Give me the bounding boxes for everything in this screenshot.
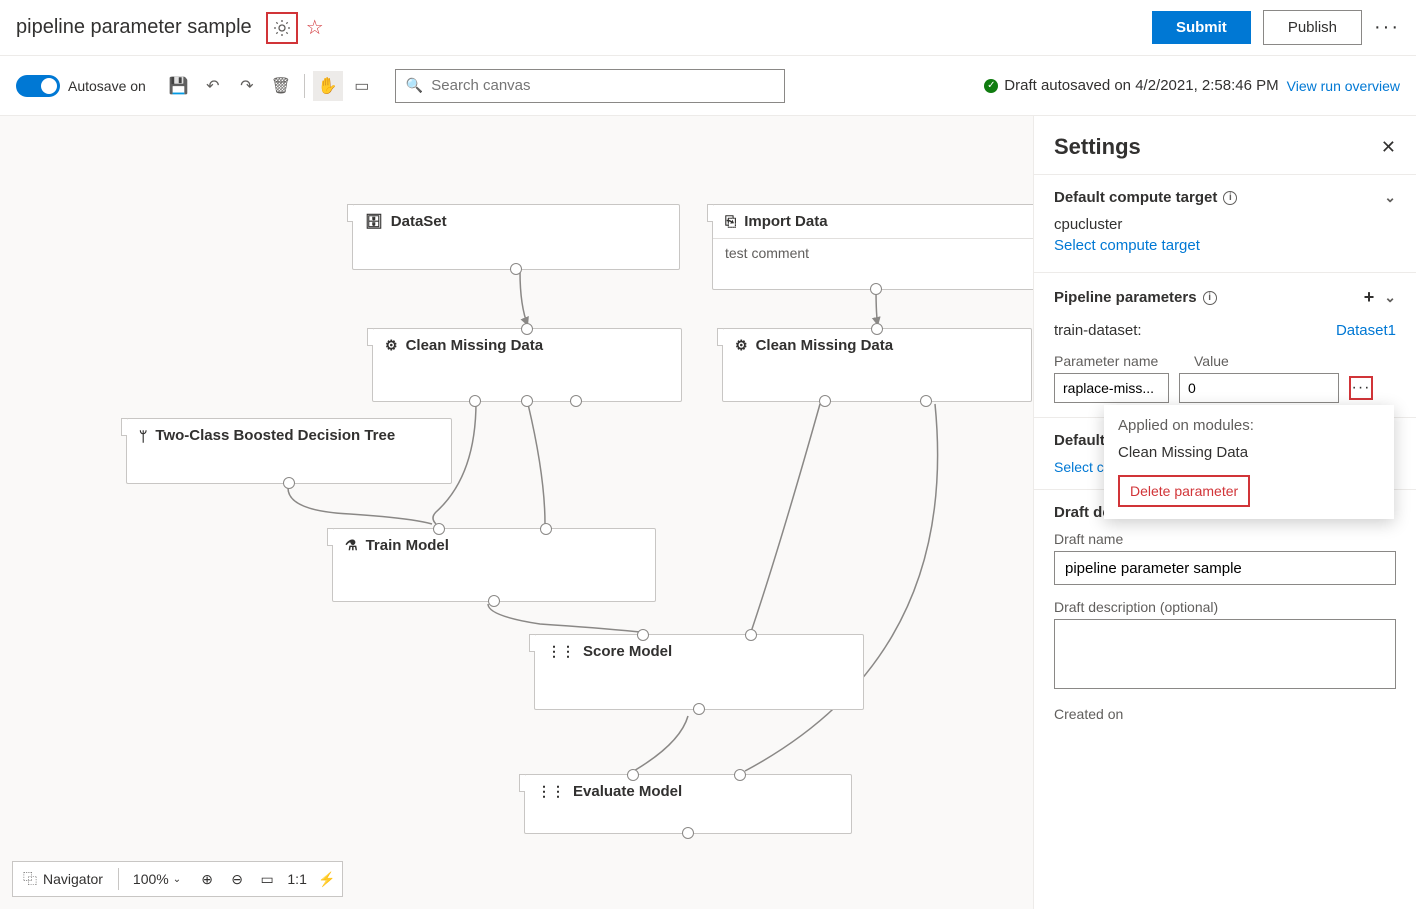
train-icon: ⚗ xyxy=(345,537,358,554)
gear-icon: ⚙ xyxy=(385,337,398,354)
add-parameter-icon[interactable]: + xyxy=(1364,287,1375,308)
select-compute-link[interactable]: Select compute target xyxy=(1054,237,1396,254)
pipeline-params-section: Pipeline parameters i + ⌄ train-dataset:… xyxy=(1034,272,1416,417)
submit-button[interactable]: Submit xyxy=(1152,11,1251,44)
pipeline-title: pipeline parameter sample xyxy=(16,16,252,39)
param-name-input[interactable] xyxy=(1054,373,1169,403)
redo-icon[interactable]: ↷ xyxy=(232,71,262,101)
param-popover: Applied on modules: Clean Missing Data D… xyxy=(1104,405,1394,519)
auto-layout-icon[interactable]: ⚡ xyxy=(312,871,342,888)
search-input[interactable] xyxy=(431,77,774,94)
node-train-model[interactable]: ⚗Train Model xyxy=(332,528,656,602)
draft-details-section: Draft details ⌄ Draft name Draft descrip… xyxy=(1034,489,1416,736)
gear-icon: ⚙ xyxy=(735,337,748,354)
popover-module: Clean Missing Data xyxy=(1118,444,1380,461)
delete-icon[interactable]: 🗑 xyxy=(266,71,296,101)
col-param-name: Parameter name xyxy=(1054,353,1174,369)
pan-icon[interactable]: ✋ xyxy=(313,71,343,101)
panel-title: Settings xyxy=(1054,134,1381,160)
canvas[interactable]: 🗄DataSet ⎘Import Data test comment ⚙Clea… xyxy=(0,116,1033,909)
fit-screen-icon[interactable]: ▭ xyxy=(252,871,282,888)
node-score-model[interactable]: ⋮⋮Score Model xyxy=(534,634,864,710)
popover-title: Applied on modules: xyxy=(1118,417,1380,434)
zoom-in-icon[interactable]: ⊕ xyxy=(192,871,222,888)
draft-name-input[interactable] xyxy=(1054,551,1396,585)
undo-icon[interactable]: ↶ xyxy=(198,71,228,101)
success-icon xyxy=(984,79,998,93)
toolbar: Autosave on 💾 ↶ ↷ 🗑 ✋ ▭ 🔍 Draft autosave… xyxy=(0,56,1416,116)
close-icon[interactable]: ✕ xyxy=(1381,137,1396,158)
main-area: 🗄DataSet ⎘Import Data test comment ⚙Clea… xyxy=(0,116,1416,909)
favorite-star-icon[interactable]: ☆ xyxy=(306,15,324,40)
draft-name-label: Draft name xyxy=(1054,531,1396,547)
compute-target-value: cpucluster xyxy=(1054,216,1396,233)
autosave-toggle[interactable] xyxy=(16,75,60,97)
node-evaluate-model[interactable]: ⋮⋮Evaluate Model xyxy=(524,774,852,834)
zoom-level[interactable]: 100%⌄ xyxy=(123,862,192,896)
draft-desc-label: Draft description (optional) xyxy=(1054,599,1396,615)
select-icon[interactable]: ▭ xyxy=(347,71,377,101)
node-decision-tree[interactable]: ᛘTwo-Class Boosted Decision Tree xyxy=(126,418,452,484)
delete-parameter-button[interactable]: Delete parameter xyxy=(1118,475,1250,507)
node-clean-missing-2[interactable]: ⚙Clean Missing Data xyxy=(722,328,1032,402)
param-more-icon[interactable]: ··· xyxy=(1349,376,1373,400)
view-run-link[interactable]: View run overview xyxy=(1287,78,1400,94)
settings-panel: Settings ✕ Default compute target i ⌄ cp… xyxy=(1033,116,1416,909)
info-icon[interactable]: i xyxy=(1223,191,1237,205)
col-param-value: Value xyxy=(1194,353,1229,369)
select-link-partial[interactable]: Select c xyxy=(1054,459,1104,475)
autosave-status: Draft autosaved on 4/2/2021, 2:58:46 PM xyxy=(1004,77,1278,94)
bottom-toolbar: ⿻Navigator 100%⌄ ⊕ ⊖ ▭ 1:1 ⚡ xyxy=(12,861,343,897)
chevron-down-icon[interactable]: ⌄ xyxy=(1384,189,1396,206)
navigator-icon: ⿻ xyxy=(23,869,37,889)
draft-desc-textarea[interactable] xyxy=(1054,619,1396,689)
gear-icon xyxy=(272,18,292,38)
search-icon: 🔍 xyxy=(406,77,423,94)
chevron-down-icon: ⌄ xyxy=(173,874,181,885)
navigator-button[interactable]: ⿻Navigator xyxy=(13,862,114,896)
top-bar: pipeline parameter sample ☆ Submit Publi… xyxy=(0,0,1416,56)
more-menu-icon[interactable]: ··· xyxy=(1374,16,1400,39)
import-icon: ⎘ xyxy=(725,213,736,230)
actual-size-icon[interactable]: 1:1 xyxy=(282,871,312,887)
search-canvas[interactable]: 🔍 xyxy=(395,69,785,103)
compute-section: Default compute target i ⌄ cpucluster Se… xyxy=(1034,174,1416,272)
save-icon[interactable]: 💾 xyxy=(164,71,194,101)
score-icon: ⋮⋮ xyxy=(547,643,575,660)
zoom-out-icon[interactable]: ⊖ xyxy=(222,871,252,888)
node-import-data[interactable]: ⎘Import Data test comment xyxy=(712,204,1033,290)
evaluate-icon: ⋮⋮ xyxy=(537,783,565,800)
autosave-label: Autosave on xyxy=(68,78,146,94)
settings-icon-button[interactable] xyxy=(266,12,298,44)
chevron-down-icon[interactable]: ⌄ xyxy=(1384,289,1396,306)
node-clean-missing-1[interactable]: ⚙Clean Missing Data xyxy=(372,328,682,402)
param-value-input[interactable] xyxy=(1179,373,1339,403)
tree-icon: ᛘ xyxy=(139,428,147,444)
publish-button[interactable]: Publish xyxy=(1263,10,1362,45)
param-row-value-link[interactable]: Dataset1 xyxy=(1336,322,1396,339)
dataset-icon: 🗄 xyxy=(365,213,383,230)
node-dataset[interactable]: 🗄DataSet xyxy=(352,204,680,270)
info-icon[interactable]: i xyxy=(1203,291,1217,305)
param-row-label: train-dataset: xyxy=(1054,322,1142,339)
created-on-label: Created on xyxy=(1054,706,1396,722)
